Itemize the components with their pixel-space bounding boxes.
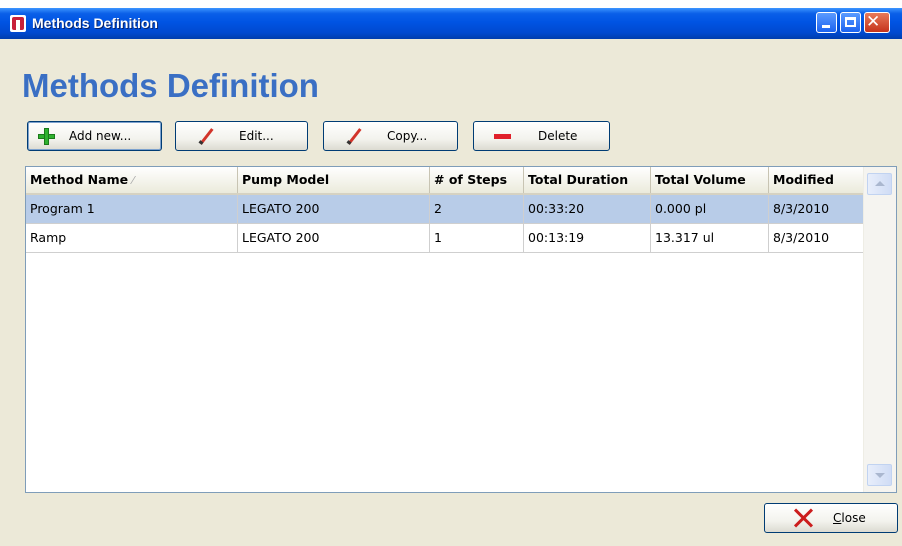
cell-total-duration: 00:13:19 — [524, 224, 651, 252]
table-row[interactable]: Program 1 LEGATO 200 2 00:33:20 0.000 pl… — [26, 195, 864, 224]
minimize-icon — [822, 25, 830, 28]
pencil-icon — [198, 128, 214, 145]
copy-button[interactable]: Copy... — [323, 121, 458, 151]
maximize-icon — [845, 17, 856, 27]
column-header-steps[interactable]: # of Steps — [430, 167, 524, 193]
table-header: Method Name ⁄ Pump Model # of Steps Total… — [26, 167, 864, 195]
close-label: Close — [833, 511, 866, 525]
x-icon — [793, 508, 814, 528]
close-window-button[interactable]: ✕ — [864, 12, 890, 33]
cell-total-volume: 13.317 ul — [651, 224, 769, 252]
cell-pump-model: LEGATO 200 — [238, 195, 430, 223]
cell-modified: 8/3/2010 — [769, 195, 864, 223]
methods-table: Method Name ⁄ Pump Model # of Steps Total… — [25, 166, 897, 493]
title-bar[interactable]: Methods Definition ✕ — [0, 8, 902, 39]
chevron-down-icon — [875, 473, 885, 478]
scroll-down-button[interactable] — [867, 464, 892, 486]
column-header-modified[interactable]: Modified — [769, 167, 864, 193]
column-header-label: Method Name — [30, 172, 129, 187]
column-header-method-name[interactable]: Method Name ⁄ — [26, 167, 238, 193]
column-header-total-duration[interactable]: Total Duration — [524, 167, 651, 193]
close-icon: ✕ — [866, 12, 881, 32]
delete-label: Delete — [538, 129, 578, 143]
cell-steps: 1 — [430, 224, 524, 252]
add-new-button[interactable]: Add new... — [27, 121, 162, 151]
column-header-pump-model[interactable]: Pump Model — [238, 167, 430, 193]
sort-indicator-icon: ⁄ — [132, 174, 134, 187]
add-new-label: Add new... — [69, 129, 132, 143]
delete-button[interactable]: Delete — [473, 121, 610, 151]
cell-pump-model: LEGATO 200 — [238, 224, 430, 252]
column-header-total-volume[interactable]: Total Volume — [651, 167, 769, 193]
edit-label: Edit... — [239, 129, 274, 143]
pencil-icon — [346, 128, 362, 145]
table-row[interactable]: Ramp LEGATO 200 1 00:13:19 13.317 ul 8/3… — [26, 224, 864, 253]
chevron-up-icon — [875, 181, 885, 186]
app-icon — [10, 15, 26, 32]
cell-steps: 2 — [430, 195, 524, 223]
close-button[interactable]: Close — [764, 503, 898, 533]
maximize-button[interactable] — [840, 12, 861, 33]
page-title: Methods Definition — [22, 67, 319, 104]
plus-icon — [38, 128, 55, 145]
methods-definition-window: Methods Definition ✕ Methods Definition … — [0, 8, 902, 546]
cell-method-name: Program 1 — [26, 195, 238, 223]
copy-label: Copy... — [387, 129, 428, 143]
close-label-rest: lose — [841, 511, 866, 525]
cell-total-volume: 0.000 pl — [651, 195, 769, 223]
cell-method-name: Ramp — [26, 224, 238, 252]
desktop-background: Methods Definition ✕ Methods Definition … — [0, 0, 902, 546]
cell-total-duration: 00:33:20 — [524, 195, 651, 223]
minimize-button[interactable] — [816, 12, 837, 33]
cell-modified: 8/3/2010 — [769, 224, 864, 252]
edit-button[interactable]: Edit... — [175, 121, 308, 151]
window-title: Methods Definition — [32, 15, 158, 31]
minus-icon — [494, 134, 511, 139]
scroll-up-button[interactable] — [867, 173, 892, 195]
vertical-scrollbar[interactable] — [863, 167, 896, 492]
